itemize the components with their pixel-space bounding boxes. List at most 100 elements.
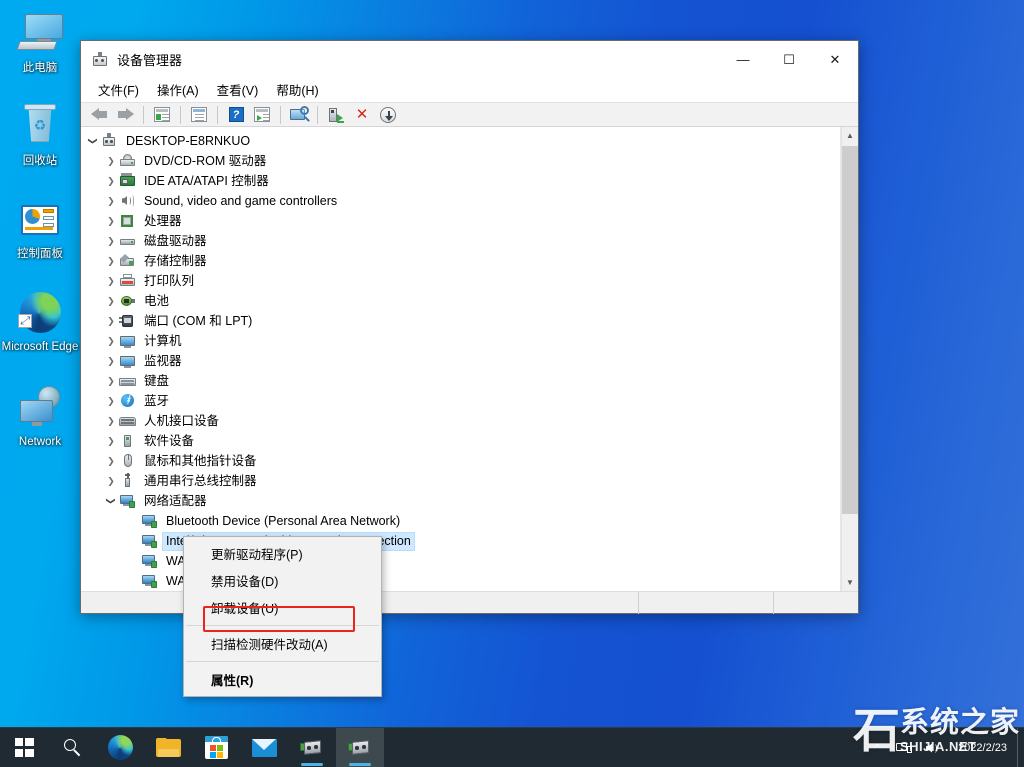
start-button[interactable] [0,728,48,767]
context-menu-label: 更新驱动程序(P) [211,544,303,563]
title-bar[interactable]: 设备管理器 — ☐ ✕ [81,41,858,78]
network-tray-icon[interactable] [889,728,919,767]
ide-controller-icon [119,173,136,189]
show-desktop-button[interactable] [1017,728,1024,767]
ctx-update-driver[interactable]: 更新驱动程序(P) [184,540,381,567]
tree-item[interactable]: ❯网络适配器 [81,491,840,511]
tree-item[interactable]: ❯端口 (COM 和 LPT) [81,311,840,331]
tree-item[interactable]: ❯人机接口设备 [81,411,840,431]
chevron-right-icon[interactable]: ❯ [103,253,119,269]
properties-button[interactable] [150,104,174,126]
device-manager-icon [91,51,109,69]
store-icon [205,736,228,759]
maximize-button[interactable]: ☐ [766,41,812,78]
minimize-button[interactable]: — [720,41,766,78]
chevron-right-icon[interactable]: ❯ [103,213,119,229]
close-button[interactable]: ✕ [812,41,858,78]
scrollbar-thumb[interactable] [842,146,858,514]
chevron-right-icon[interactable]: ❯ [103,153,119,169]
chevron-right-icon[interactable]: ❯ [103,333,119,349]
tree-item[interactable]: ❯处理器 [81,211,840,231]
tree-item[interactable]: ❯磁盘驱动器 [81,231,840,251]
view-devices-button[interactable] [287,104,311,126]
taskbar-mail[interactable] [240,728,288,767]
scan-hardware-button[interactable] [324,104,348,126]
tree-item-label: 计算机 [141,333,185,350]
tree-item[interactable]: ❯通用串行总线控制器 [81,471,840,491]
uninstall-device-button[interactable]: ✕ [350,104,374,126]
scroll-down-button[interactable]: ▼ [842,574,858,591]
chevron-right-icon[interactable]: ❯ [103,373,119,389]
desktop-icon-recycle-bin[interactable]: ♻ 回收站 [0,95,80,174]
ctx-uninstall-device[interactable]: 卸载设备(U) [184,594,381,621]
chevron-right-icon[interactable]: ❯ [103,293,119,309]
chevron-right-icon[interactable]: ❯ [103,353,119,369]
tree-item[interactable]: ❯软件设备 [81,431,840,451]
tree-item[interactable]: ❯ᚼ蓝牙 [81,391,840,411]
menu-view[interactable]: 查看(V) [208,78,268,101]
menu-help[interactable]: 帮助(H) [267,78,327,101]
folder-icon [156,738,181,758]
update-driver-button[interactable] [187,104,211,126]
back-button[interactable] [87,104,111,126]
tree-item[interactable]: ❯DVD/CD-ROM 驱动器 [81,151,840,171]
show-hidden-icons-button[interactable]: ⌃ [866,728,889,767]
clock[interactable]: 2022/2/23 [948,728,1017,767]
search-icon [63,738,82,757]
volume-tray-icon[interactable] [919,728,948,767]
ctx-properties[interactable]: 属性(R) [184,666,381,693]
ctx-scan-hardware[interactable]: 扫描检测硬件改动(A) [184,630,381,657]
tree-item[interactable]: ❯键盘 [81,371,840,391]
tree-item[interactable]: ❯电池 [81,291,840,311]
tree-item[interactable]: ❯IDE ATA/ATAPI 控制器 [81,171,840,191]
taskbar-device-manager-2[interactable] [336,728,384,767]
ctx-disable-device[interactable]: 禁用设备(D) [184,567,381,594]
network-adapter-icon [141,533,158,549]
scroll-up-button[interactable]: ▲ [842,127,858,144]
taskbar-microsoft-store[interactable] [192,728,240,767]
tree-item[interactable]: ❯存储控制器 [81,251,840,271]
chevron-right-icon[interactable]: ❯ [103,313,119,329]
battery-icon [119,293,136,309]
chevron-right-icon[interactable]: ❯ [103,273,119,289]
chevron-down-icon[interactable]: ❯ [103,493,119,509]
tree-item[interactable]: ❯鼠标和其他指针设备 [81,451,840,471]
desktop-icon-this-pc[interactable]: 此电脑 [0,2,80,81]
device-tree[interactable]: ❯DESKTOP-E8RNKUO❯DVD/CD-ROM 驱动器❯IDE ATA/… [81,127,841,591]
chevron-right-icon[interactable]: ❯ [103,393,119,409]
taskbar-device-manager-1[interactable] [288,728,336,767]
tree-item-label: 监视器 [141,353,185,370]
tree-item[interactable]: ❯ 监视器 [81,351,840,371]
network-adapter-icon [141,573,158,589]
tree-item[interactable]: ❯ 计算机 [81,331,840,351]
vertical-scrollbar[interactable]: ▲ ▼ [841,127,858,591]
tree-item[interactable]: ❯Sound, video and game controllers [81,191,840,211]
show-hidden-button[interactable] [250,104,274,126]
tree-item[interactable]: ❯DESKTOP-E8RNKUO [81,131,840,151]
chevron-right-icon[interactable]: ❯ [103,413,119,429]
enable-device-button[interactable] [376,104,400,126]
desktop-icon-area: 此电脑 ♻ 回收站 控制面板 ⤢ Microsoft Edge Network [0,0,80,455]
desktop-icon-microsoft-edge[interactable]: ⤢ Microsoft Edge [0,281,80,360]
chevron-right-icon[interactable]: ❯ [103,433,119,449]
chevron-right-icon[interactable]: ❯ [103,233,119,249]
taskbar-edge[interactable] [96,728,144,767]
tree-item[interactable]: ❯打印队列 [81,271,840,291]
device-context-menu[interactable]: 更新驱动程序(P) 禁用设备(D)卸载设备(U) 扫描检测硬件改动(A) 属性(R) [183,536,382,697]
chevron-right-icon[interactable]: ❯ [103,453,119,469]
desktop-icon-control-panel[interactable]: 控制面板 [0,188,80,267]
tree-item[interactable]: Bluetooth Device (Personal Area Network) [81,511,840,531]
chevron-down-icon[interactable]: ❯ [85,133,101,149]
chevron-right-icon[interactable]: ❯ [103,173,119,189]
taskbar-file-explorer[interactable] [144,728,192,767]
desktop-icon-network[interactable]: Network [0,376,80,455]
search-button[interactable] [48,728,96,767]
chevron-right-icon[interactable]: ❯ [103,193,119,209]
menu-action[interactable]: 操作(A) [148,78,208,101]
help-button[interactable]: ? [224,104,248,126]
disk-drive-icon [119,233,136,249]
chevron-right-icon[interactable]: ❯ [103,473,119,489]
forward-button[interactable] [113,104,137,126]
menu-file[interactable]: 文件(F) [89,78,148,101]
recycle-bin-icon: ♻ [16,103,64,151]
